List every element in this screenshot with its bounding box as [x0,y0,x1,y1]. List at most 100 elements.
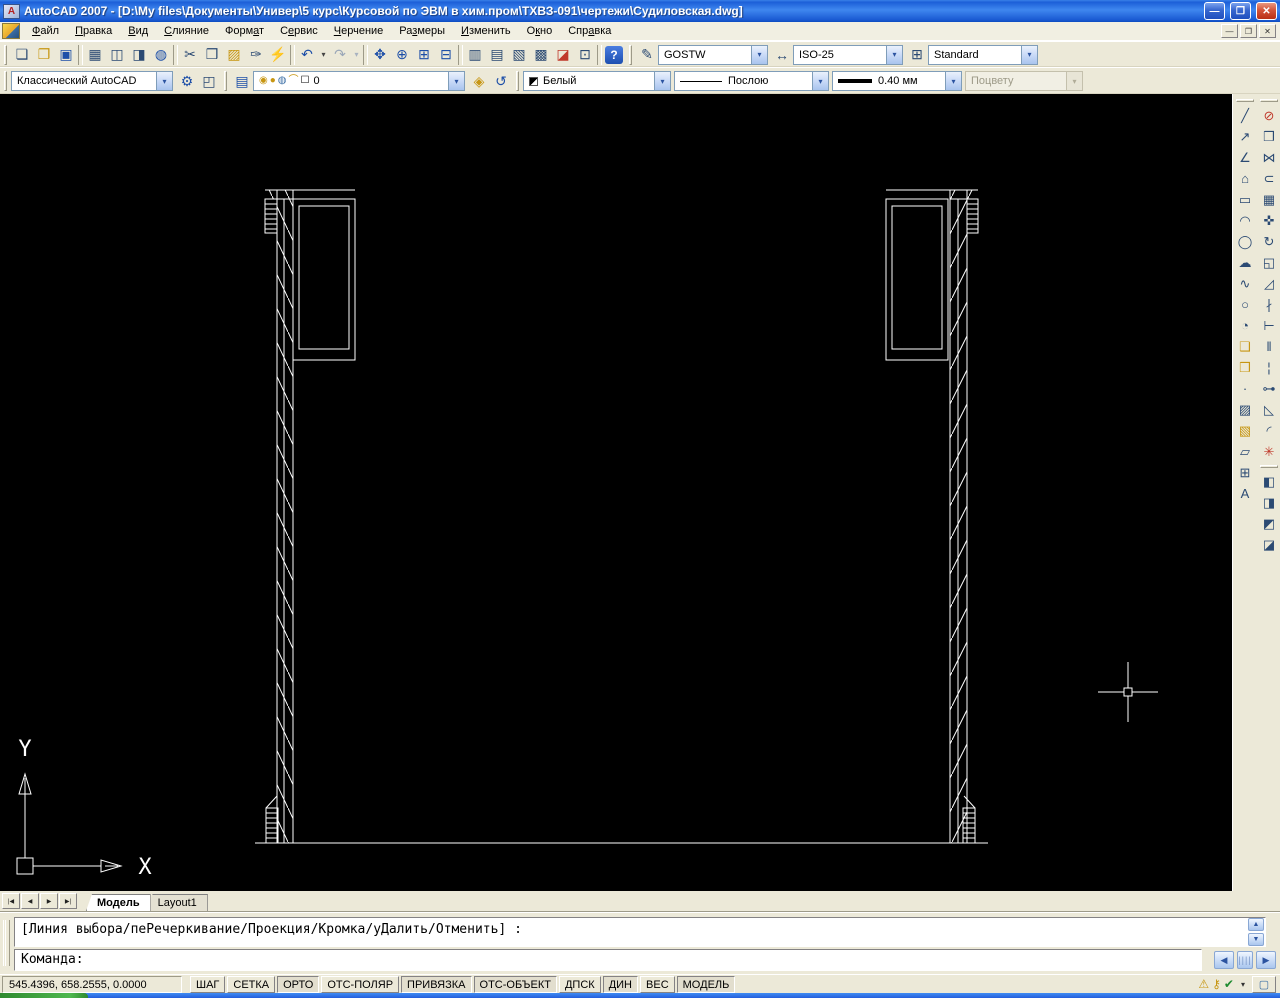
toolbar-unlock-icon[interactable]: ⚷ [1212,977,1221,991]
layer-manager-icon[interactable]: ▤ [231,70,253,92]
spline-icon[interactable]: ∿ [1234,273,1256,294]
menu-tools[interactable]: Сервис [272,23,326,39]
toolbar-grip[interactable] [4,44,7,65]
save-workspace-icon[interactable]: ◰ [198,70,220,92]
scroll-up-icon[interactable]: ▲ [1248,918,1264,931]
save-icon[interactable]: ▣ [55,44,77,66]
properties-icon[interactable]: ▥ [464,44,486,66]
menu-window[interactable]: Окно [519,23,561,39]
insert-block-icon[interactable]: ❑ [1234,336,1256,357]
offset-icon[interactable]: ⊂ [1258,168,1280,189]
chevron-down-icon[interactable]: ▾ [448,72,464,90]
splitter-grip-icon[interactable]: |||| [1237,951,1253,969]
extend-icon[interactable]: ⊢ [1258,315,1280,336]
text-style-combo[interactable]: GOSTW ▾ [658,44,768,65]
polar-toggle[interactable]: ОТС-ПОЛЯР [321,975,400,993]
workspace-combo[interactable]: Классический AutoCAD ▾ [11,71,173,91]
stretch-icon[interactable]: ◿ [1258,273,1280,294]
command-window-grip[interactable] [3,920,10,966]
arc-icon[interactable]: ◠ [1234,210,1256,231]
chevron-down-icon[interactable]: ▾ [1021,45,1037,64]
tab-layout1[interactable]: Layout1 [146,894,208,911]
hatch-icon[interactable]: ▨ [1234,399,1256,420]
table-style-icon[interactable]: ⊞ [906,44,928,66]
markup-set-manager-icon[interactable]: ◪ [552,44,574,66]
scroll-right-icon[interactable]: ▶ [1256,951,1276,969]
toolbar-grip[interactable] [1236,99,1254,102]
drawing-area[interactable]: Y X [0,94,1232,891]
tab-last-button[interactable]: ▶| [59,893,77,909]
table-icon[interactable]: ⊞ [1234,462,1256,483]
chevron-down-icon[interactable]: ▾ [945,72,961,90]
region-icon[interactable]: ▱ [1234,441,1256,462]
send-under-objects-icon[interactable]: ◪ [1258,534,1280,555]
tab-model[interactable]: Модель [86,894,151,911]
osnap-toggle[interactable]: ПРИВЯЗКА [401,975,472,993]
command-history[interactable]: [Линия выбора/пеРечеркивание/Проекция/Кр… [14,917,1266,947]
table-style-combo[interactable]: Standard ▾ [928,44,1038,65]
undo-dropdown-icon[interactable]: ▾ [318,44,329,66]
rotate-icon[interactable]: ↻ [1258,231,1280,252]
lwt-toggle[interactable]: ВЕС [640,975,675,993]
send-to-back-icon[interactable]: ◨ [1258,492,1280,513]
close-button[interactable]: ✕ [1256,2,1277,20]
menu-draw[interactable]: Черчение [326,23,392,39]
make-object-layer-current-icon[interactable]: ◈ [468,70,490,92]
menu-file[interactable]: Файл [24,23,67,39]
gradient-icon[interactable]: ▧ [1234,420,1256,441]
communication-center-icon[interactable]: ⚠ [1198,977,1209,991]
ellipse-arc-icon[interactable]: ◔ [1234,315,1256,336]
mdi-close-button[interactable]: ✕ [1259,24,1276,38]
publish-icon[interactable]: ◨ [128,44,150,66]
menu-modify[interactable]: Изменить [453,23,519,39]
polygon-icon[interactable]: ⌂ [1234,168,1256,189]
text-style-icon[interactable]: ✎ [636,44,658,66]
fillet-icon[interactable]: ◜ [1258,420,1280,441]
designcenter-icon[interactable]: ▤ [486,44,508,66]
open-icon[interactable]: ❐ [33,44,55,66]
mdi-minimize-button[interactable]: — [1221,24,1238,38]
bring-above-objects-icon[interactable]: ◩ [1258,513,1280,534]
erase-icon[interactable]: ⊘ [1258,105,1280,126]
point-icon[interactable]: · [1234,378,1256,399]
menu-help[interactable]: Справка [560,23,619,39]
match-properties-icon[interactable]: ✑ [245,44,267,66]
tray-dropdown-icon[interactable]: ▾ [1241,980,1245,989]
construction-line-icon[interactable]: ↗ [1234,126,1256,147]
trim-icon[interactable]: ∤ [1258,294,1280,315]
menu-edit[interactable]: Правка [67,23,120,39]
scale-icon[interactable]: ◱ [1258,252,1280,273]
make-block-icon[interactable]: ❒ [1234,357,1256,378]
chamfer-icon[interactable]: ◺ [1258,399,1280,420]
toolbar-grip[interactable] [629,44,632,65]
circle-icon[interactable]: ◯ [1234,231,1256,252]
redo-dropdown-icon[interactable]: ▾ [351,44,362,66]
start-button-fragment[interactable] [0,993,88,998]
mdi-restore-button[interactable]: ❐ [1240,24,1257,38]
grid-toggle[interactable]: СЕТКА [227,975,276,993]
revision-cloud-icon[interactable]: ☁ [1234,252,1256,273]
tool-palettes-icon[interactable]: ▧ [508,44,530,66]
rectangle-icon[interactable]: ▭ [1234,189,1256,210]
command-input[interactable]: Команда: [14,949,1202,971]
menu-dimension[interactable]: Размеры [391,23,453,39]
tab-next-button[interactable]: ▶ [40,893,58,909]
undo-icon[interactable]: ↶ [296,44,318,66]
coordinates-readout[interactable]: 545.4396, 658.2555, 0.0000 [2,975,182,993]
linetype-combo[interactable]: Послою ▾ [674,71,829,91]
minimize-button[interactable]: — [1204,2,1225,20]
lineweight-combo[interactable]: 0.40 мм ▾ [832,71,962,91]
workspace-settings-icon[interactable]: ⚙ [176,70,198,92]
explode-icon[interactable]: ✳ [1258,441,1280,462]
trusted-dwg-icon[interactable]: ✔ [1224,977,1234,991]
chevron-down-icon[interactable]: ▾ [654,72,670,90]
menu-view[interactable]: Вид [120,23,156,39]
break-at-point-icon[interactable]: ¦ [1258,357,1280,378]
plot-icon[interactable]: ▦ [84,44,106,66]
clean-screen-button[interactable]: ▢ [1252,975,1276,993]
scroll-down-icon[interactable]: ▼ [1248,933,1264,946]
paste-icon[interactable]: ▨ [223,44,245,66]
chevron-down-icon[interactable]: ▾ [156,72,172,90]
move-icon[interactable]: ✜ [1258,210,1280,231]
layer-combo[interactable]: ◉ ● ◍ ⌒ ☐ 0 ▾ [253,71,465,91]
